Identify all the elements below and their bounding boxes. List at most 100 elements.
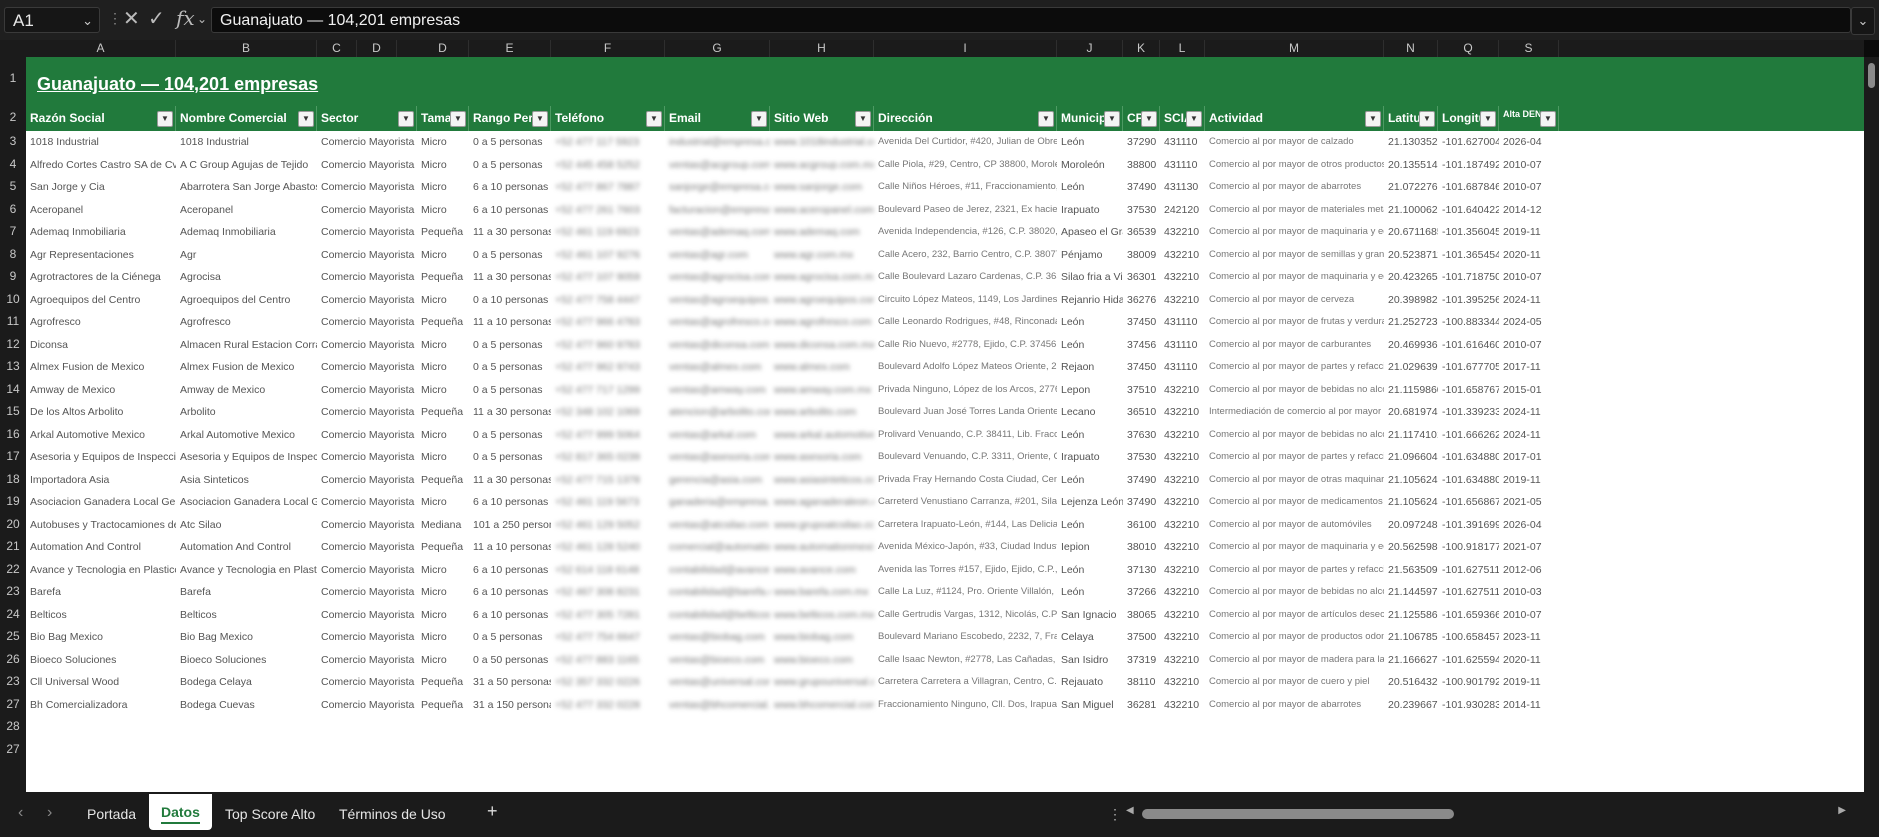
table-cell[interactable]: Comercio Mayorista xyxy=(317,356,417,379)
table-cell[interactable]: +52 445 458 5252 xyxy=(551,154,665,177)
row-number[interactable]: 10 xyxy=(0,292,26,306)
filter-dropdown-icon[interactable]: ▼ xyxy=(1141,111,1157,127)
table-cell[interactable]: Comercio al por mayor de partes y refacc… xyxy=(1205,559,1384,582)
table-cell[interactable]: Bioeco Soluciones xyxy=(26,649,176,672)
table-cell[interactable]: www.bhcomercial.com xyxy=(770,694,874,717)
table-cell[interactable]: -101.39525617 xyxy=(1438,289,1499,312)
vertical-scrollbar[interactable] xyxy=(1864,57,1879,792)
table-cell[interactable]: +52 477 962 9743 xyxy=(551,356,665,379)
table-cell[interactable]: ventas@agrocisa.com xyxy=(665,266,770,289)
table-row[interactable]: San Jorge y Cia Abarrotera San Jorge Abas… xyxy=(26,176,1864,199)
table-cell[interactable]: 432210 xyxy=(1160,446,1205,469)
row-number[interactable]: 24 xyxy=(0,607,26,621)
table-cell[interactable]: Bodega Cuevas xyxy=(176,694,317,717)
row-number[interactable]: 4 xyxy=(0,157,26,171)
table-cell[interactable]: 432210 xyxy=(1160,514,1205,537)
table-cell[interactable]: 20.09724803 xyxy=(1384,514,1438,537)
table-cell[interactable]: ventas@bioeco.com xyxy=(665,649,770,672)
table-cell[interactable]: 2024-11 xyxy=(1499,401,1559,424)
table-cell[interactable]: Comercio al por mayor de calzado xyxy=(1205,131,1384,154)
table-cell[interactable]: 37456 xyxy=(1123,334,1160,357)
table-cell[interactable]: 2017-01 xyxy=(1499,446,1559,469)
table-cell[interactable]: Agrocisa xyxy=(176,266,317,289)
table-cell[interactable]: 21.10562439 xyxy=(1384,491,1438,514)
table-cell[interactable]: Avenida Del Curtidor, #420, Julian de Ob… xyxy=(874,131,1057,154)
row-number[interactable]: 12 xyxy=(0,337,26,351)
table-cell[interactable]: Comercio al por mayor de partes y refacc… xyxy=(1205,446,1384,469)
table-cell[interactable]: 432210 xyxy=(1160,491,1205,514)
filter-dropdown-icon[interactable]: ▼ xyxy=(646,111,662,127)
table-cell[interactable]: Bio Bag Mexico xyxy=(26,626,176,649)
table-cell[interactable]: Fraccionamiento Ninguno, Cll. Dos, Irapu… xyxy=(874,694,1057,717)
formula-input[interactable]: Guanajuato — 104,201 empresas xyxy=(211,7,1851,33)
table-cell[interactable]: industrial@empresa.com xyxy=(665,131,770,154)
table-cell[interactable]: 36100 xyxy=(1123,514,1160,537)
table-cell[interactable]: León xyxy=(1057,311,1123,334)
filter-dropdown-icon[interactable]: ▼ xyxy=(398,111,414,127)
table-cell[interactable]: 21.13035237 xyxy=(1384,131,1438,154)
table-cell[interactable]: 21.07227660 xyxy=(1384,176,1438,199)
table-cell[interactable]: ventas@universal.com xyxy=(665,671,770,694)
row-number[interactable]: 25 xyxy=(0,629,26,643)
table-cell[interactable]: -101.64042264 xyxy=(1438,199,1499,222)
table-cell[interactable]: 21.10562439 xyxy=(1384,469,1438,492)
table-cell[interactable]: +52 477 758 4447 xyxy=(551,289,665,312)
chevron-left-icon[interactable]: ‹ xyxy=(18,804,23,822)
column-header[interactable]: Teléfono ▼ xyxy=(551,106,665,131)
table-cell[interactable]: 20.51643214 xyxy=(1384,671,1438,694)
table-cell[interactable]: De los Altos Arbolito xyxy=(26,401,176,424)
table-row[interactable]: Amway de Mexico Amway de Mexico Comercio M… xyxy=(26,379,1864,402)
table-cell[interactable]: Micro xyxy=(417,379,469,402)
table-cell[interactable]: 432210 xyxy=(1160,559,1205,582)
table-cell[interactable]: León xyxy=(1057,424,1123,447)
table-cell[interactable]: 0 a 5 personas xyxy=(469,154,551,177)
table-row[interactable]: Agrotractores de la Ciénega Agrocisa Comer… xyxy=(26,266,1864,289)
table-cell[interactable]: Comercio al por mayor de abarrotes xyxy=(1205,694,1384,717)
table-cell[interactable]: 2024-11 xyxy=(1499,424,1559,447)
column-header[interactable]: Latitud▼ xyxy=(1384,106,1438,131)
table-row[interactable]: Bh Comercializadora Bodega Cuevas Comercio… xyxy=(26,694,1864,717)
table-cell[interactable]: +52 477 717 1299 xyxy=(551,379,665,402)
filter-dropdown-icon[interactable]: ▼ xyxy=(1365,111,1381,127)
table-row[interactable]: Importadora Asia Asia Sinteticos Comercio … xyxy=(26,469,1864,492)
scroll-right-icon[interactable]: ▶ xyxy=(1838,805,1846,816)
table-cell[interactable]: 37630 xyxy=(1123,424,1160,447)
column-letter[interactable]: N xyxy=(1384,40,1438,57)
table-cell[interactable]: Micro xyxy=(417,176,469,199)
table-cell[interactable]: Bodega Celaya xyxy=(176,671,317,694)
table-cell[interactable]: León xyxy=(1057,469,1123,492)
table-cell[interactable]: 2023-11 xyxy=(1499,626,1559,649)
table-cell[interactable]: ventas@ademaq.com xyxy=(665,221,770,244)
table-cell[interactable]: www.aganaderaleon.com.mx xyxy=(770,491,874,514)
column-header[interactable]: Actividad ▼ xyxy=(1205,106,1384,131)
table-cell[interactable]: +52 477 305 7281 xyxy=(551,604,665,627)
table-cell[interactable]: Rejaon xyxy=(1057,356,1123,379)
column-letter[interactable]: L xyxy=(1160,40,1205,57)
table-cell[interactable]: +52 477 883 1165 xyxy=(551,649,665,672)
table-cell[interactable]: -101.67770536 xyxy=(1438,356,1499,379)
table-row[interactable]: Arkal Automotive Mexico Arkal Automotive … xyxy=(26,424,1864,447)
table-cell[interactable]: www.agroequipos.com xyxy=(770,289,874,312)
table-cell[interactable]: Micro xyxy=(417,649,469,672)
table-row[interactable]: 1018 Industrial 1018 Industrial Comercio M… xyxy=(26,131,1864,154)
table-cell[interactable]: Comercio al por mayor de medicamentos ve… xyxy=(1205,491,1384,514)
table-cell[interactable]: Carretera Irapuato-León, #144, Las Delic… xyxy=(874,514,1057,537)
table-cell[interactable]: Pequeña xyxy=(417,266,469,289)
table-cell[interactable]: Comercio Mayorista xyxy=(317,154,417,177)
table-cell[interactable]: ventas@amway.com xyxy=(665,379,770,402)
table-cell[interactable]: Comercio Mayorista xyxy=(317,266,417,289)
table-cell[interactable]: +52 477 332 0228 xyxy=(551,694,665,717)
table-cell[interactable]: 432210 xyxy=(1160,401,1205,424)
table-cell[interactable]: León xyxy=(1057,559,1123,582)
table-cell[interactable]: Comercio Mayorista xyxy=(317,491,417,514)
table-cell[interactable]: Comercio Mayorista xyxy=(317,199,417,222)
row-number[interactable]: 20 xyxy=(0,517,26,531)
table-cell[interactable]: Barefa xyxy=(176,581,317,604)
table-cell[interactable]: 20.23966753 xyxy=(1384,694,1438,717)
table-cell[interactable]: Comercio al por mayor de carburantes xyxy=(1205,334,1384,357)
table-cell[interactable]: Micro xyxy=(417,491,469,514)
table-cell[interactable]: Comercio Mayorista xyxy=(317,559,417,582)
close-icon[interactable]: ✕ xyxy=(123,6,140,31)
table-cell[interactable]: Abarrotera San Jorge Abastos xyxy=(176,176,317,199)
table-cell[interactable]: Pequeña xyxy=(417,536,469,559)
